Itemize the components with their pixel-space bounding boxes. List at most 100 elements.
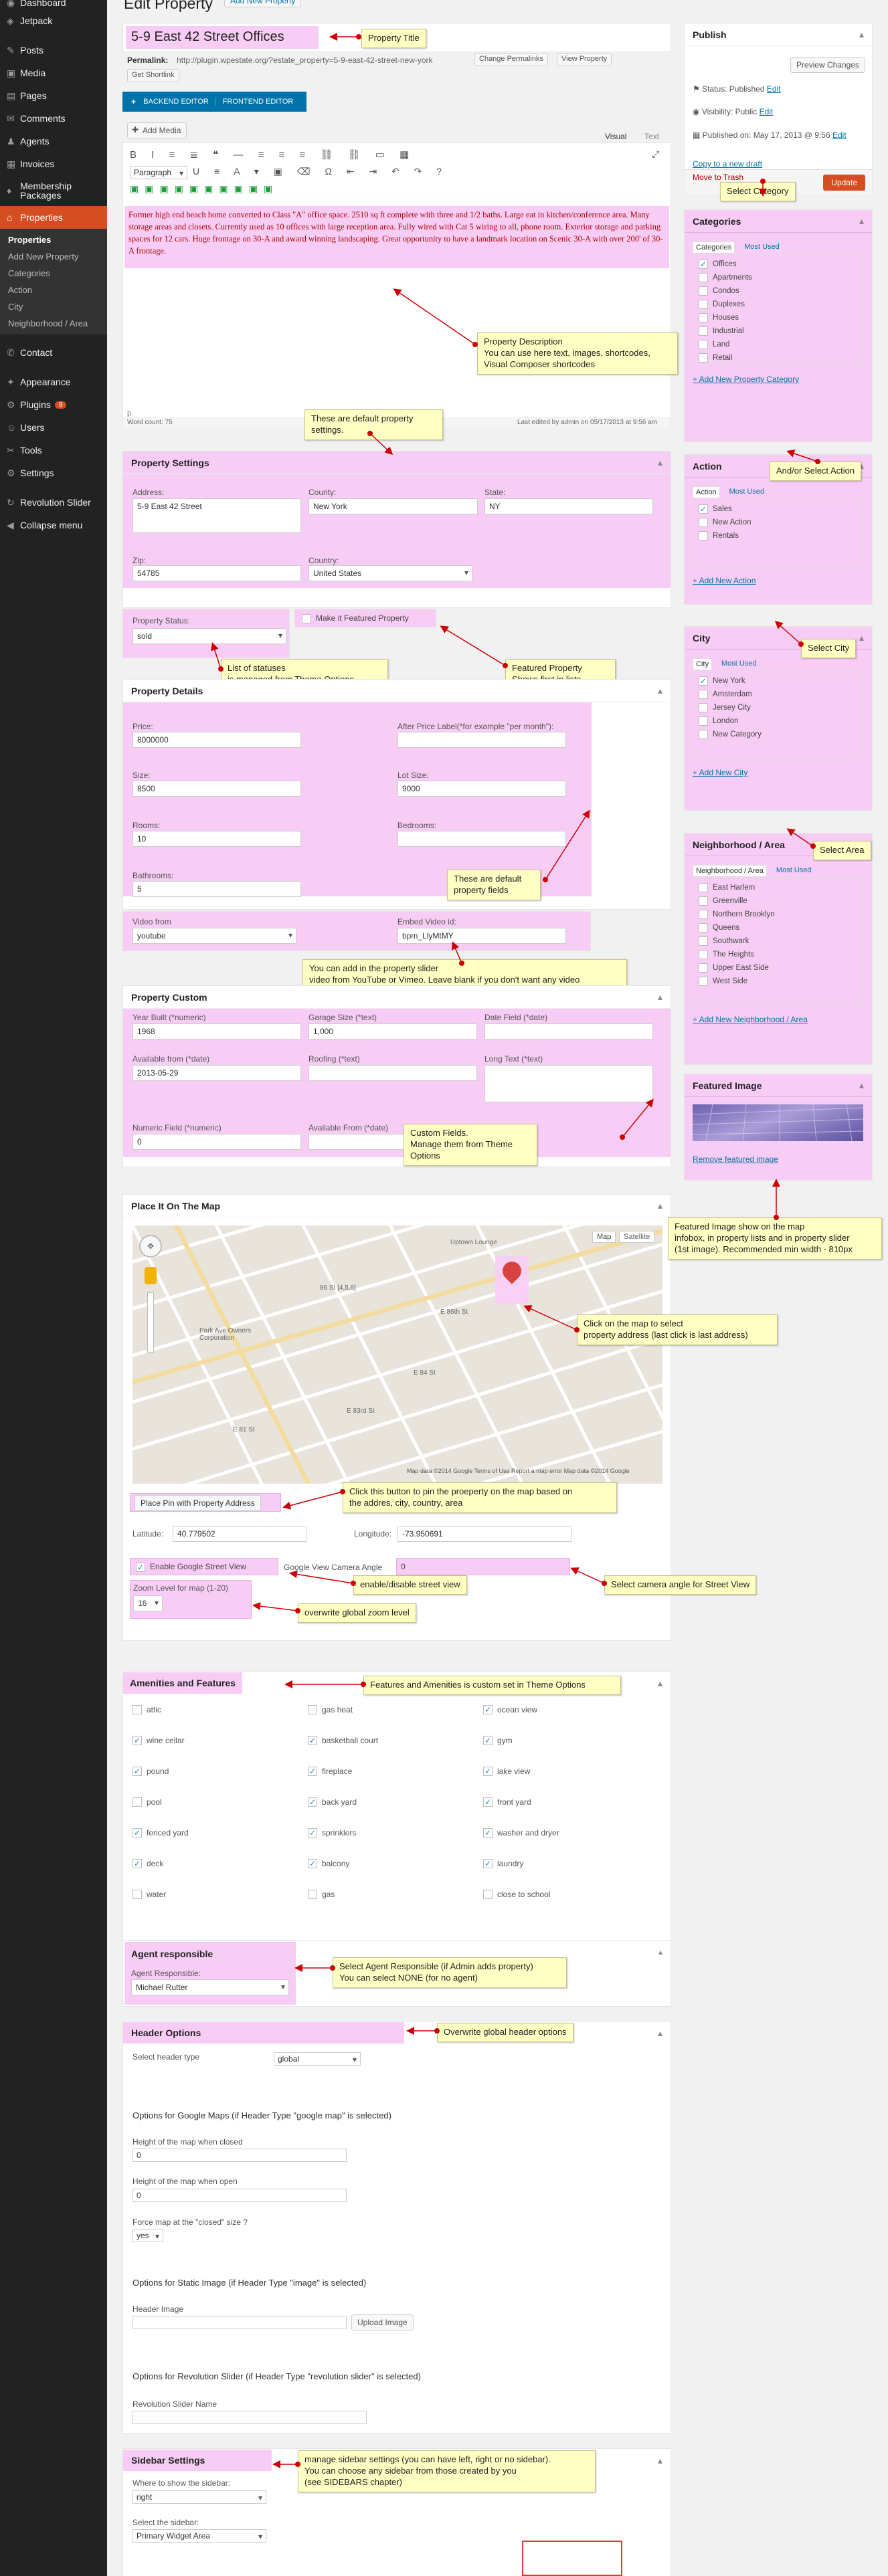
numeric-field-input[interactable]: 0 — [132, 1134, 301, 1150]
amenity-checkbox[interactable] — [308, 1890, 317, 1899]
bedrooms-input[interactable] — [397, 831, 566, 847]
roofing-input[interactable] — [308, 1065, 477, 1081]
amenity-item[interactable]: ✓ sprinklers — [308, 1828, 356, 1838]
taxonomy-checkbox[interactable] — [699, 950, 708, 959]
map-closed-input[interactable]: 0 — [132, 2149, 347, 2162]
taxonomy-item[interactable]: Retail — [699, 353, 857, 365]
tab-text[interactable]: Text — [644, 132, 659, 141]
amenity-item[interactable]: close to school — [483, 1890, 550, 1899]
taxonomy-item[interactable]: Industrial — [699, 326, 857, 340]
taxonomy-checkbox[interactable] — [699, 340, 708, 349]
frontend-editor-button[interactable]: FRONTEND EDITOR — [215, 98, 293, 106]
pan-control-icon[interactable]: ✥ — [139, 1235, 162, 1258]
taxonomy-item[interactable]: West Side — [699, 977, 857, 990]
tab-all[interactable]: City — [693, 658, 712, 670]
menu-jetpack[interactable]: ◈ Jetpack — [0, 9, 107, 32]
permalink-url[interactable]: http://plugin.wpestate.org/?estate_prope… — [177, 56, 433, 65]
toolbar-row-1[interactable]: B I ≡ ≣ ❝ — ≡ ≡ ≡ ⛓ ⛓ ▭ ▦ — [130, 148, 415, 161]
amenity-item[interactable]: water — [132, 1890, 166, 1899]
move-trash-link[interactable]: Move to Trash — [693, 173, 743, 182]
preview-changes-button[interactable]: Preview Changes — [790, 57, 865, 73]
embed-video-input[interactable]: bpm_LlyMtMY — [397, 928, 566, 944]
taxonomy-item[interactable]: ✓ New York — [699, 676, 857, 690]
taxonomy-checkbox[interactable] — [699, 936, 708, 946]
amenity-item[interactable]: ✓ balcony — [308, 1859, 349, 1868]
add-new-property-button[interactable]: Add New Property — [224, 0, 302, 7]
taxonomy-item[interactable]: Apartments — [699, 273, 857, 286]
taxonomy-checkbox[interactable] — [699, 923, 708, 932]
menu-tools[interactable]: ✂ Tools — [0, 439, 107, 462]
amenity-checkbox[interactable]: ✓ — [308, 1767, 317, 1776]
price-input[interactable]: 8000000 — [132, 732, 301, 748]
county-input[interactable]: New York — [308, 498, 478, 514]
get-shortlink-button[interactable]: Get Shortlink — [127, 69, 179, 82]
add-new-taxonomy-link[interactable]: + Add New City — [693, 768, 747, 777]
amenity-item[interactable]: ✓ gym — [483, 1736, 513, 1745]
amenity-item[interactable]: ✓ fenced yard — [132, 1828, 189, 1838]
featured-highlight[interactable]: Make it Featured Property — [294, 609, 436, 627]
amenity-checkbox[interactable]: ✓ — [132, 1828, 142, 1838]
featured-checkbox[interactable] — [302, 613, 311, 623]
change-permalinks-button[interactable]: Change Permalinks — [474, 53, 548, 66]
menu-pages[interactable]: ▤ Pages — [0, 84, 107, 107]
collapse-icon[interactable]: ▴ — [658, 457, 662, 468]
amenity-checkbox[interactable]: ✓ — [132, 1859, 142, 1868]
amenity-checkbox[interactable]: ✓ — [483, 1767, 493, 1776]
map-open-input[interactable]: 0 — [132, 2189, 347, 2202]
taxonomy-checkbox[interactable] — [699, 326, 708, 336]
taxonomy-checkbox[interactable] — [699, 353, 708, 363]
taxonomy-item[interactable]: Amsterdam — [699, 690, 857, 703]
street-view-checkbox[interactable]: ✓ — [136, 1562, 145, 1572]
lot-size-input[interactable]: 9000 — [397, 781, 566, 797]
amenity-item[interactable]: ✓ wine cellar — [132, 1736, 185, 1745]
zip-input[interactable]: 54785 — [132, 565, 301, 581]
amenity-checkbox[interactable] — [308, 1705, 317, 1714]
amenity-checkbox[interactable] — [132, 1890, 142, 1899]
amenity-checkbox[interactable]: ✓ — [308, 1828, 317, 1838]
taxonomy-checkbox[interactable] — [699, 690, 708, 699]
google-map[interactable]: ✥ Map Satellite Uptown Lounge 86 St [4,5… — [132, 1225, 662, 1484]
taxonomy-checkbox[interactable]: ✓ — [699, 260, 708, 269]
taxonomy-item[interactable]: East Harlem — [699, 883, 857, 896]
taxonomy-item[interactable]: Houses — [699, 313, 857, 326]
copy-draft-link[interactable]: Copy to a new draft — [693, 159, 762, 169]
date-field-input[interactable] — [484, 1023, 653, 1039]
add-new-taxonomy-link[interactable]: + Add New Neighborhood / Area — [693, 1015, 808, 1024]
submenu-item[interactable]: Action — [0, 282, 107, 298]
taxonomy-checkbox[interactable] — [699, 963, 708, 973]
amenity-item[interactable]: ✓ deck — [132, 1859, 163, 1868]
taxonomy-item[interactable]: ✓ Sales — [699, 504, 857, 518]
amenity-item[interactable]: ✓ pound — [132, 1767, 169, 1776]
amenity-item[interactable]: ✓ laundry — [483, 1859, 523, 1868]
amenity-checkbox[interactable]: ✓ — [483, 1859, 493, 1868]
amenity-item[interactable]: ✓ lake view — [483, 1767, 530, 1776]
taxonomy-item[interactable]: Land — [699, 340, 857, 353]
menu-invoices[interactable]: ▦ Invoices — [0, 153, 107, 175]
toolbar-row-2[interactable]: U ≡ A ▾ ▣ ⌫ Ω ⇤ ⇥ ↶ ↷ ? — [193, 166, 448, 177]
collapse-icon[interactable]: ▴ — [658, 991, 662, 1003]
amenity-item[interactable]: ✓ front yard — [483, 1797, 531, 1807]
edit-visibility-link[interactable]: Edit — [760, 107, 774, 116]
amenity-item[interactable]: ✓ ocean view — [483, 1705, 537, 1714]
featured-image-thumbnail[interactable] — [693, 1104, 863, 1141]
taxonomy-checkbox[interactable] — [699, 730, 708, 739]
add-new-taxonomy-link[interactable]: + Add New Property Category — [693, 375, 799, 384]
format-select[interactable]: Paragraph — [130, 166, 187, 179]
fullscreen-icon[interactable]: ⤢ — [652, 148, 659, 160]
update-button[interactable]: Update — [823, 175, 865, 191]
taxonomy-item[interactable]: Duplexes — [699, 300, 857, 313]
menu-membership[interactable]: ♦ Membership Packages — [0, 175, 107, 206]
garage-input[interactable]: 1,000 — [308, 1023, 477, 1039]
amenity-item[interactable]: gas — [308, 1890, 335, 1899]
taxonomy-checkbox[interactable] — [699, 286, 708, 296]
taxonomy-checkbox[interactable] — [699, 910, 708, 919]
rooms-input[interactable]: 10 — [132, 831, 301, 847]
menu-settings[interactable]: ⚙ Settings — [0, 462, 107, 484]
taxonomy-item[interactable]: Greenville — [699, 896, 857, 910]
amenity-item[interactable]: ✓ basketball court — [308, 1736, 378, 1745]
place-pin-button[interactable]: Place Pin with Property Address — [135, 1495, 261, 1511]
taxonomy-checkbox[interactable] — [699, 703, 708, 712]
property-status-select[interactable]: sold — [132, 628, 286, 644]
submenu-item[interactable]: Neighborhood / Area — [0, 315, 107, 332]
taxonomy-item[interactable]: Southwark — [699, 936, 857, 950]
